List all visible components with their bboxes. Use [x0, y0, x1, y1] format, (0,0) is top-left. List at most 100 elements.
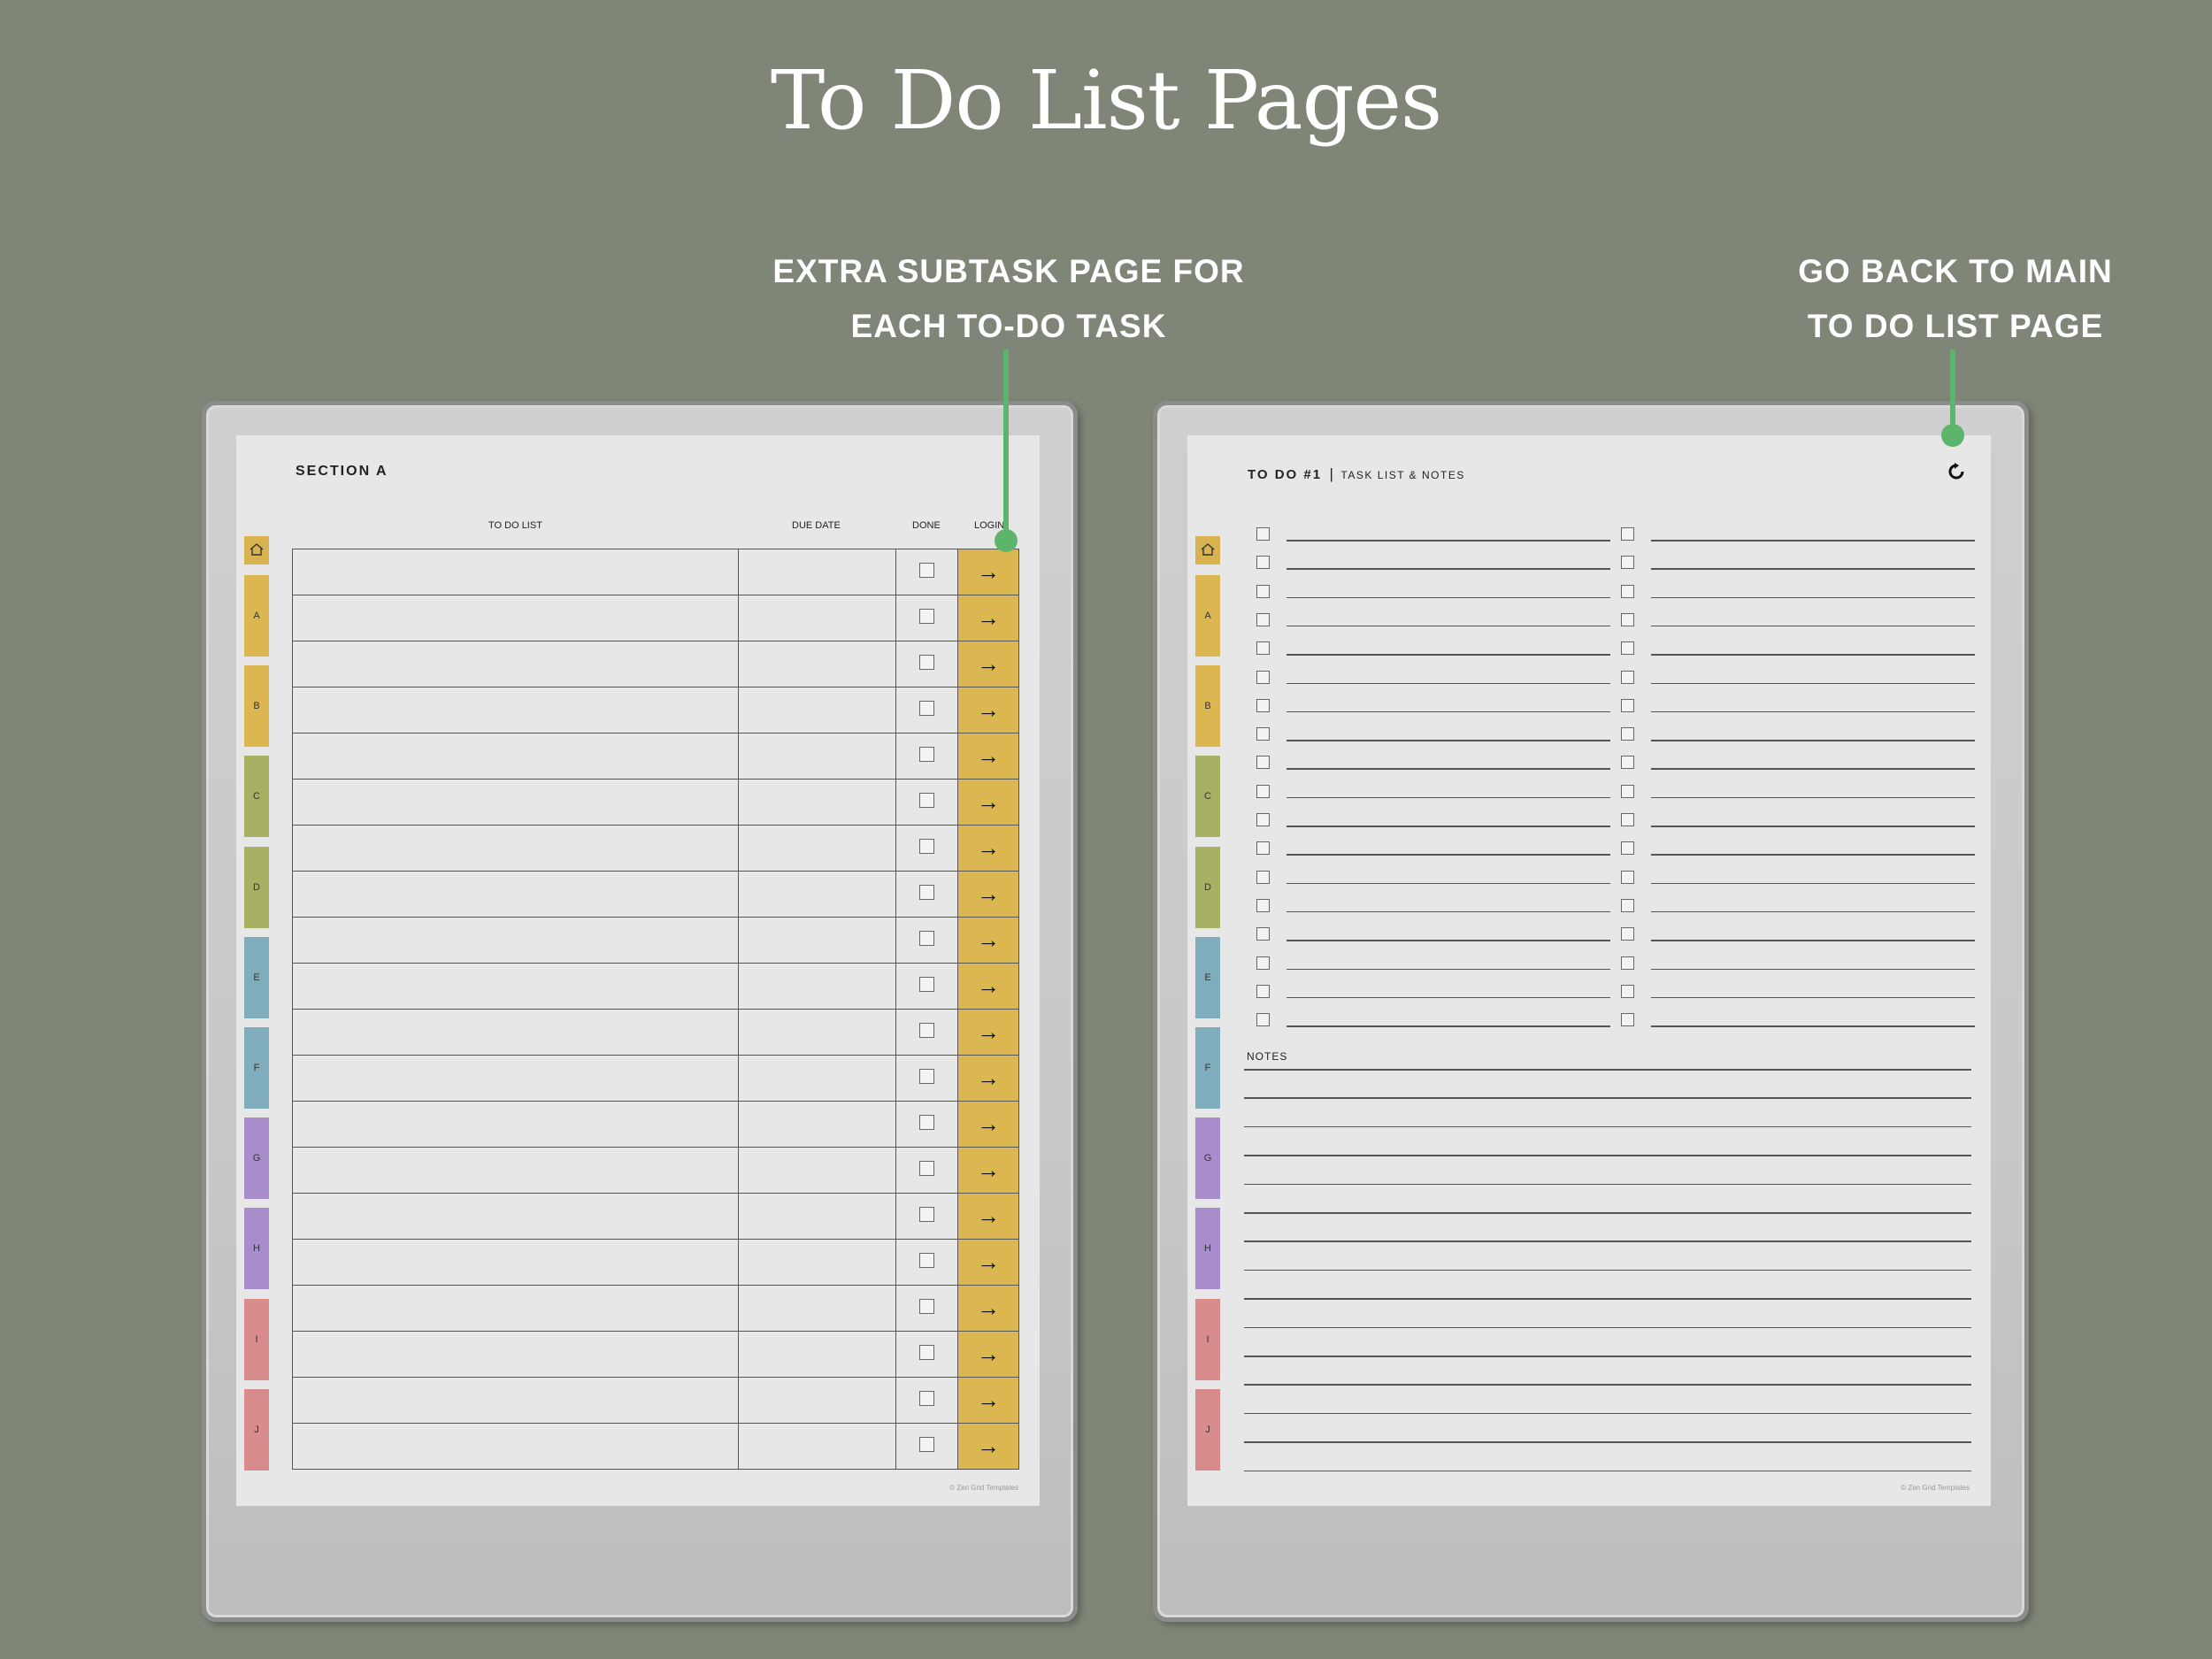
task-checkbox[interactable] — [1621, 956, 1634, 970]
due-date-cell[interactable] — [738, 1423, 896, 1470]
task-line[interactable] — [1286, 596, 1610, 599]
task-checkbox[interactable] — [1621, 927, 1634, 941]
due-date-cell[interactable] — [738, 687, 896, 733]
due-date-cell[interactable] — [738, 1331, 896, 1378]
task-line[interactable] — [1651, 882, 1975, 885]
tab-c[interactable]: C — [1195, 756, 1220, 837]
refresh-icon[interactable] — [1947, 462, 1966, 481]
tab-b[interactable]: B — [1195, 665, 1220, 747]
task-line[interactable] — [1286, 625, 1610, 627]
task-line[interactable] — [1286, 654, 1610, 656]
tab-f[interactable]: F — [1195, 1027, 1220, 1109]
todo-cell[interactable] — [292, 595, 739, 641]
task-line[interactable] — [1286, 768, 1610, 770]
task-line[interactable] — [1286, 996, 1610, 999]
task-line[interactable] — [1651, 568, 1975, 570]
done-checkbox[interactable] — [919, 930, 934, 946]
due-date-cell[interactable] — [738, 779, 896, 826]
task-line[interactable] — [1651, 710, 1975, 713]
tab-c[interactable]: C — [244, 756, 269, 837]
tab-home[interactable] — [244, 536, 269, 565]
task-checkbox[interactable] — [1621, 784, 1634, 798]
done-checkbox[interactable] — [919, 654, 934, 670]
due-date-cell[interactable] — [738, 595, 896, 641]
login-arrow-button[interactable]: → — [957, 1055, 1019, 1102]
due-date-cell[interactable] — [738, 1055, 896, 1102]
task-line[interactable] — [1651, 1025, 1975, 1027]
task-checkbox[interactable] — [1621, 698, 1634, 712]
tab-home[interactable] — [1195, 536, 1220, 565]
due-date-cell[interactable] — [738, 733, 896, 780]
due-date-cell[interactable] — [738, 1147, 896, 1194]
todo-cell[interactable] — [292, 1239, 739, 1286]
login-arrow-button[interactable]: → — [957, 641, 1019, 687]
done-checkbox[interactable] — [919, 976, 934, 992]
login-arrow-button[interactable]: → — [957, 825, 1019, 872]
done-checkbox[interactable] — [919, 1436, 934, 1452]
todo-cell[interactable] — [292, 1147, 739, 1194]
task-line[interactable] — [1651, 796, 1975, 799]
task-checkbox[interactable] — [1621, 1013, 1634, 1027]
todo-cell[interactable] — [292, 641, 739, 687]
todo-cell[interactable] — [292, 1101, 739, 1148]
task-line[interactable] — [1286, 740, 1610, 741]
done-checkbox[interactable] — [919, 1022, 934, 1038]
login-arrow-button[interactable]: → — [957, 917, 1019, 964]
tab-j[interactable]: J — [244, 1389, 269, 1471]
due-date-cell[interactable] — [738, 1239, 896, 1286]
done-checkbox[interactable] — [919, 1114, 934, 1130]
task-checkbox[interactable] — [1256, 898, 1270, 912]
done-checkbox[interactable] — [919, 1344, 934, 1360]
task-line[interactable] — [1651, 910, 1975, 913]
tab-i[interactable]: I — [244, 1299, 269, 1380]
login-arrow-button[interactable]: → — [957, 595, 1019, 641]
todo-cell[interactable] — [292, 549, 739, 595]
due-date-cell[interactable] — [738, 1377, 896, 1424]
task-line[interactable] — [1286, 940, 1610, 941]
todo-cell[interactable] — [292, 963, 739, 1010]
login-arrow-button[interactable]: → — [957, 733, 1019, 780]
task-checkbox[interactable] — [1621, 870, 1634, 884]
task-line[interactable] — [1286, 796, 1610, 799]
done-checkbox[interactable] — [919, 1252, 934, 1268]
tab-g[interactable]: G — [1195, 1118, 1220, 1199]
tab-h[interactable]: H — [244, 1208, 269, 1289]
todo-cell[interactable] — [292, 1193, 739, 1240]
task-checkbox[interactable] — [1256, 870, 1270, 884]
task-line[interactable] — [1651, 682, 1975, 684]
task-checkbox[interactable] — [1256, 784, 1270, 798]
task-line[interactable] — [1651, 940, 1975, 941]
task-line[interactable] — [1286, 710, 1610, 713]
task-line[interactable] — [1651, 826, 1975, 827]
tab-e[interactable]: E — [1195, 937, 1220, 1018]
task-line[interactable] — [1651, 540, 1975, 541]
todo-cell[interactable] — [292, 733, 739, 780]
task-line[interactable] — [1651, 625, 1975, 627]
task-checkbox[interactable] — [1621, 612, 1634, 626]
task-line[interactable] — [1286, 568, 1610, 570]
done-checkbox[interactable] — [919, 608, 934, 624]
task-checkbox[interactable] — [1256, 670, 1270, 684]
login-arrow-button[interactable]: → — [957, 1147, 1019, 1194]
notes-area[interactable] — [1244, 1069, 1971, 1494]
task-line[interactable] — [1651, 854, 1975, 856]
task-line[interactable] — [1286, 1025, 1610, 1027]
due-date-cell[interactable] — [738, 1285, 896, 1332]
login-arrow-button[interactable]: → — [957, 779, 1019, 826]
tab-h[interactable]: H — [1195, 1208, 1220, 1289]
todo-cell[interactable] — [292, 1377, 739, 1424]
tab-a[interactable]: A — [244, 575, 269, 657]
login-arrow-button[interactable]: → — [957, 871, 1019, 918]
task-line[interactable] — [1286, 882, 1610, 885]
done-checkbox[interactable] — [919, 700, 934, 716]
task-checkbox[interactable] — [1621, 898, 1634, 912]
todo-cell[interactable] — [292, 1285, 739, 1332]
due-date-cell[interactable] — [738, 641, 896, 687]
done-checkbox[interactable] — [919, 746, 934, 762]
task-line[interactable] — [1651, 768, 1975, 770]
login-arrow-button[interactable]: → — [957, 963, 1019, 1010]
task-checkbox[interactable] — [1256, 612, 1270, 626]
login-arrow-button[interactable]: → — [957, 1423, 1019, 1470]
todo-cell[interactable] — [292, 1331, 739, 1378]
login-arrow-button[interactable]: → — [957, 1193, 1019, 1240]
